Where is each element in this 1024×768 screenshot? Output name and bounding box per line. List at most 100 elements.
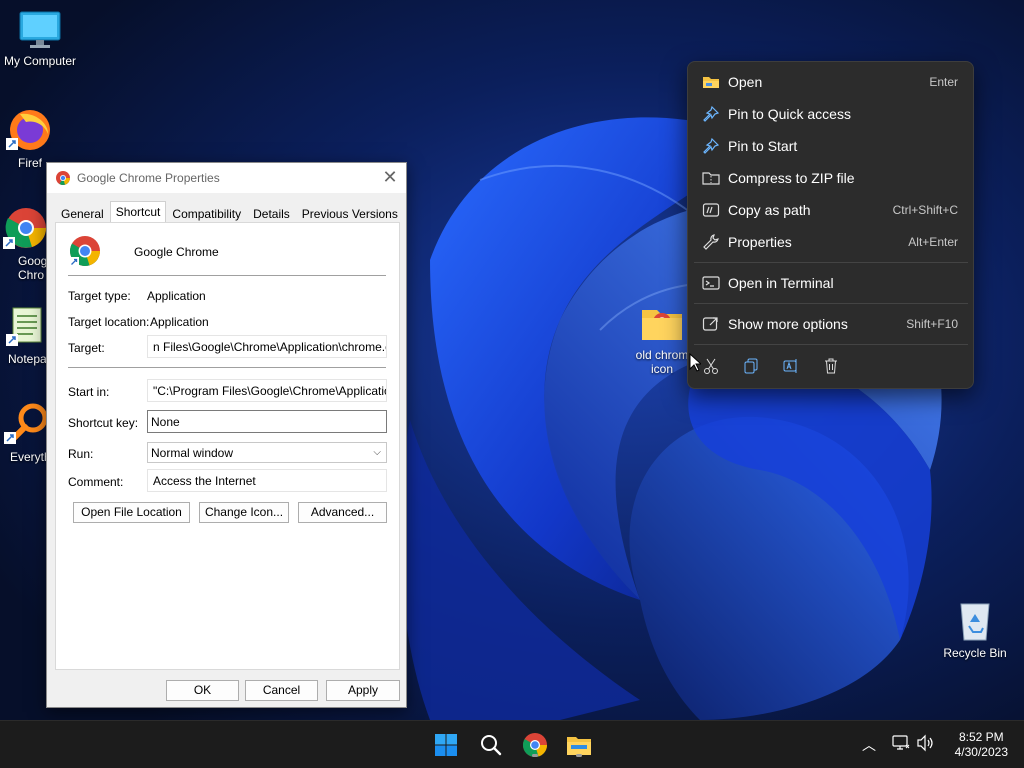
rename-icon	[783, 359, 797, 373]
menu-item-shortcut: Ctrl+Shift+C	[892, 203, 958, 217]
start-button[interactable]	[429, 729, 463, 761]
rename-button[interactable]	[777, 354, 805, 378]
menu-item-pin-start[interactable]: Pin to Start	[694, 131, 968, 161]
tab-previous-versions[interactable]: Previous Versions	[296, 203, 404, 223]
menu-item-label: Pin to Start	[728, 138, 798, 154]
shortcut-panel: Google Chrome Target type: Application T…	[55, 222, 400, 670]
desktop-icon-label: My Computer	[3, 54, 77, 68]
menu-item-label: Open in Terminal	[728, 275, 834, 291]
clock-date: 4/30/2023	[954, 745, 1008, 759]
magnifier-icon	[4, 403, 47, 444]
desktop-icon-label: Notepa	[8, 352, 47, 366]
target-field[interactable]: n Files\Google\Chrome\Application\chrome…	[147, 335, 387, 358]
shortcut-key-field[interactable]: None	[147, 410, 387, 433]
separator	[68, 275, 386, 276]
desktop-icon-firefox[interactable]: Firef	[0, 104, 58, 170]
desktop-icon-everything[interactable]: Everyth	[0, 402, 50, 464]
target-label: Target:	[68, 341, 105, 355]
open-file-location-button[interactable]: Open File Location	[73, 502, 190, 523]
dialog-tabs: General Shortcut Compatibility Details P…	[55, 201, 404, 223]
dialog-title: Google Chrome Properties	[77, 171, 220, 185]
clock-time: 8:52 PM	[958, 730, 1004, 744]
advanced-button[interactable]: Advanced...	[298, 502, 387, 523]
desktop-icon-recycle-bin[interactable]: Recycle Bin	[935, 598, 1015, 660]
menu-divider	[694, 344, 968, 345]
menu-item-label: Pin to Quick access	[728, 106, 851, 122]
zip-icon	[702, 172, 720, 185]
system-clock[interactable]: 8:52 PM 4/30/2023	[955, 730, 1008, 760]
shortcut-key-label: Shortcut key:	[68, 416, 139, 430]
separator	[68, 367, 386, 368]
copy-path-icon	[702, 203, 720, 217]
copy-button[interactable]	[737, 354, 765, 378]
desktop-icon-chrome[interactable]: Goog Chro	[0, 204, 50, 282]
menu-item-label: Show more options	[728, 316, 848, 332]
tab-general[interactable]: General	[55, 203, 110, 223]
pin-icon	[703, 137, 720, 154]
taskbar-file-explorer[interactable]	[562, 729, 596, 761]
menu-item-label: Properties	[728, 234, 792, 250]
desktop-icon-notepad[interactable]: Notepa	[0, 304, 50, 366]
apply-button[interactable]: Apply	[326, 680, 400, 701]
target-type-label: Target type:	[68, 289, 131, 303]
mouse-cursor-icon	[689, 353, 701, 372]
delete-button[interactable]	[817, 354, 845, 378]
search-button[interactable]	[474, 729, 508, 761]
start-icon	[435, 734, 457, 756]
show-hidden-icons-chevron-up-icon[interactable]: ︿	[862, 735, 876, 755]
app-icon	[69, 236, 100, 267]
copy-icon	[744, 358, 758, 374]
run-label: Run:	[68, 447, 94, 461]
wrench-icon	[703, 234, 719, 250]
change-icon-button[interactable]: Change Icon...	[199, 502, 289, 523]
terminal-icon	[702, 276, 720, 290]
dialog-titlebar[interactable]: Google Chrome Properties ✕	[47, 163, 406, 193]
menu-item-label: Open	[728, 74, 763, 90]
menu-item-open-terminal[interactable]: Open in Terminal	[694, 268, 968, 298]
target-location-value: Application	[150, 315, 209, 329]
chrome-icon	[56, 171, 70, 185]
close-icon[interactable]: ✕	[382, 167, 398, 188]
menu-item-label: Compress to ZIP file	[728, 170, 855, 186]
target-location-label: Target location:	[68, 315, 150, 329]
cut-button[interactable]	[697, 354, 725, 378]
firefox-icon	[6, 110, 50, 150]
ok-button[interactable]: OK	[166, 680, 239, 701]
desktop-icon-my-computer[interactable]: My Computer	[0, 10, 80, 68]
target-type-value: Application	[147, 289, 206, 303]
menu-item-open[interactable]: Open Enter	[694, 67, 968, 97]
start-in-label: Start in:	[68, 385, 110, 399]
menu-item-label: Copy as path	[728, 202, 811, 218]
recycle-bin-icon	[960, 603, 990, 641]
folder-icon	[703, 77, 719, 88]
context-menu: Open Enter Pin to Quick access Pin to St…	[687, 61, 974, 389]
start-in-field[interactable]: "C:\Program Files\Google\Chrome\Applicat…	[147, 379, 387, 402]
comment-field[interactable]: Access the Internet	[147, 469, 387, 492]
volume-icon[interactable]	[916, 734, 936, 752]
cancel-button[interactable]: Cancel	[245, 680, 318, 701]
menu-item-pin-quick-access[interactable]: Pin to Quick access	[694, 99, 968, 129]
menu-item-shortcut: Enter	[929, 75, 958, 89]
desktop-icon-label: Recycle Bin	[943, 646, 1007, 660]
folder-icon	[642, 310, 682, 340]
desktop-icon-label: Goog Chro	[18, 254, 48, 282]
pin-icon	[703, 105, 720, 122]
menu-item-copy-as-path[interactable]: Copy as path Ctrl+Shift+C	[694, 195, 968, 225]
menu-item-compress-zip[interactable]: Compress to ZIP file	[694, 163, 968, 193]
delete-icon	[825, 358, 837, 374]
running-indicator	[532, 754, 538, 757]
menu-divider	[694, 303, 968, 304]
menu-item-properties[interactable]: Properties Alt+Enter	[694, 227, 968, 257]
taskbar-chrome[interactable]	[518, 729, 552, 761]
tab-shortcut[interactable]: Shortcut	[109, 201, 167, 223]
tab-compatibility[interactable]: Compatibility	[166, 203, 247, 223]
menu-item-shortcut: Alt+Enter	[908, 235, 958, 249]
notepad-icon	[6, 307, 42, 346]
menu-item-show-more-options[interactable]: Show more options Shift+F10	[694, 309, 968, 339]
chevron-down-icon: ⌵	[373, 447, 381, 458]
run-select[interactable]: Normal window ⌵	[147, 442, 387, 463]
network-icon[interactable]	[892, 734, 910, 752]
properties-dialog: Google Chrome Properties ✕ General Short…	[46, 162, 407, 708]
tab-details[interactable]: Details	[247, 203, 296, 223]
monitor-icon	[19, 11, 61, 48]
